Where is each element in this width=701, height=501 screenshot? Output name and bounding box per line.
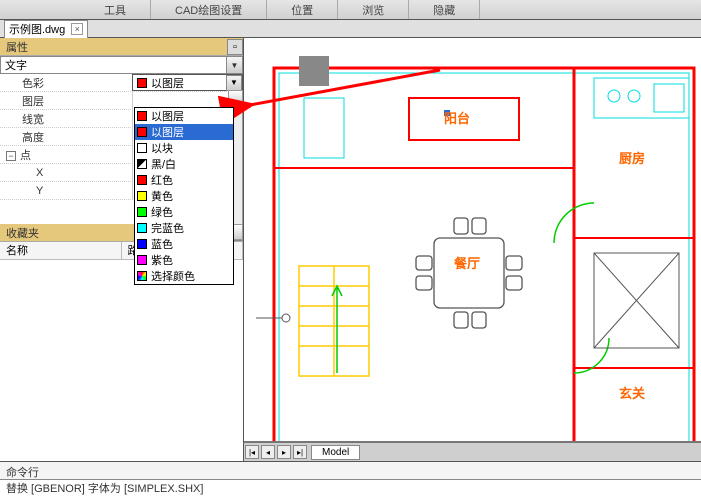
file-tab-label: 示例图.dwg [9,21,65,37]
drawing-canvas[interactable]: 阳台 厨房 餐厅 玄关 |◂ ◂ ▸ ▸| Model [244,38,701,461]
dd-select-color[interactable]: 选择颜色 [135,268,233,284]
prop-color-value[interactable]: 以图层 ▼ [132,74,243,91]
file-tab-bar: 示例图.dwg × [0,20,701,38]
prop-x-label: X [0,167,132,179]
color-swatch-icon [137,143,147,153]
color-swatch-icon [137,78,147,88]
dd-yellow[interactable]: 黄色 [135,188,233,204]
favorites-title: 收藏夹 [0,225,39,241]
color-swatch-icon [137,255,147,265]
menu-bar: 工具 CAD绘图设置 位置 浏览 隐藏 [0,0,701,20]
chevron-down-icon[interactable]: ▼ [226,57,242,73]
color-swatch-icon [137,191,147,201]
label-balcony[interactable]: 阳台 [444,108,470,127]
favorites-body [0,260,243,461]
color-swatch-icon [137,207,147,217]
prop-point-label[interactable]: −点 [0,147,132,163]
dd-magenta[interactable]: 紫色 [135,252,233,268]
scroll-prev-icon[interactable]: ◂ [261,445,275,459]
command-line-label: 命令行 [0,461,701,479]
scroll-last-icon[interactable]: ▸| [293,445,307,459]
dd-green[interactable]: 绿色 [135,204,233,220]
panel-header: 属性 ▫ [0,38,243,56]
dd-bylayer-top[interactable]: 以图层 [135,108,233,124]
scroll-first-icon[interactable]: |◂ [245,445,259,459]
panel-title: 属性 [0,39,28,55]
panel-collapse-icon[interactable]: ▫ [227,39,243,55]
menu-cad-settings[interactable]: CAD绘图设置 [151,0,267,19]
color-swatch-icon [137,223,147,233]
dd-blackwhite[interactable]: 黑/白 [135,156,233,172]
color-swatch-icon [137,271,147,281]
prop-lineweight-label: 线宽 [0,111,132,127]
prop-y-label: Y [0,185,132,197]
label-entry: 玄关 [619,383,645,402]
dd-blue[interactable]: 蓝色 [135,236,233,252]
tab-model[interactable]: Model [311,445,360,460]
color-swatch-icon [137,159,147,169]
model-tab-bar: |◂ ◂ ▸ ▸| Model [244,441,701,461]
color-swatch-icon [137,127,147,137]
label-dining: 餐厅 [454,253,480,272]
main-area: 属性 ▫ ▼ 色彩 以图层 ▼ 图层 线宽 高度 −点 X [0,38,701,461]
close-icon[interactable]: × [71,23,83,35]
menu-hide[interactable]: 隐藏 [409,0,480,19]
dd-bylayer[interactable]: 以图层 [135,124,233,140]
menu-position[interactable]: 位置 [267,0,338,19]
color-swatch-icon [137,111,147,121]
object-type-combo[interactable]: ▼ [0,56,243,74]
menu-browse[interactable]: 浏览 [338,0,409,19]
minus-icon[interactable]: − [6,151,16,161]
dd-cyan[interactable]: 完蓝色 [135,220,233,236]
label-kitchen: 厨房 [619,148,645,167]
file-tab[interactable]: 示例图.dwg × [4,20,88,38]
color-dropdown[interactable]: 以图层 以图层 以块 黑/白 红色 黄色 绿色 完蓝色 蓝色 紫色 选择颜色 [134,107,234,285]
prop-height-label: 高度 [0,129,132,145]
dd-red[interactable]: 红色 [135,172,233,188]
prop-color-label: 色彩 [0,75,132,91]
scroll-next-icon[interactable]: ▸ [277,445,291,459]
color-swatch-icon [137,175,147,185]
dd-byblock[interactable]: 以块 [135,140,233,156]
status-line: 替换 [GBENOR] 字体为 [SIMPLEX.SHX] [0,479,701,497]
chevron-down-icon[interactable]: ▼ [226,75,242,91]
prop-color-text: 以图层 [151,75,184,91]
menu-tools[interactable]: 工具 [80,0,151,19]
object-type-value[interactable] [1,57,226,73]
col-name[interactable]: 名称 [0,242,122,259]
color-swatch-icon [137,239,147,249]
prop-layer-label: 图层 [0,93,132,109]
